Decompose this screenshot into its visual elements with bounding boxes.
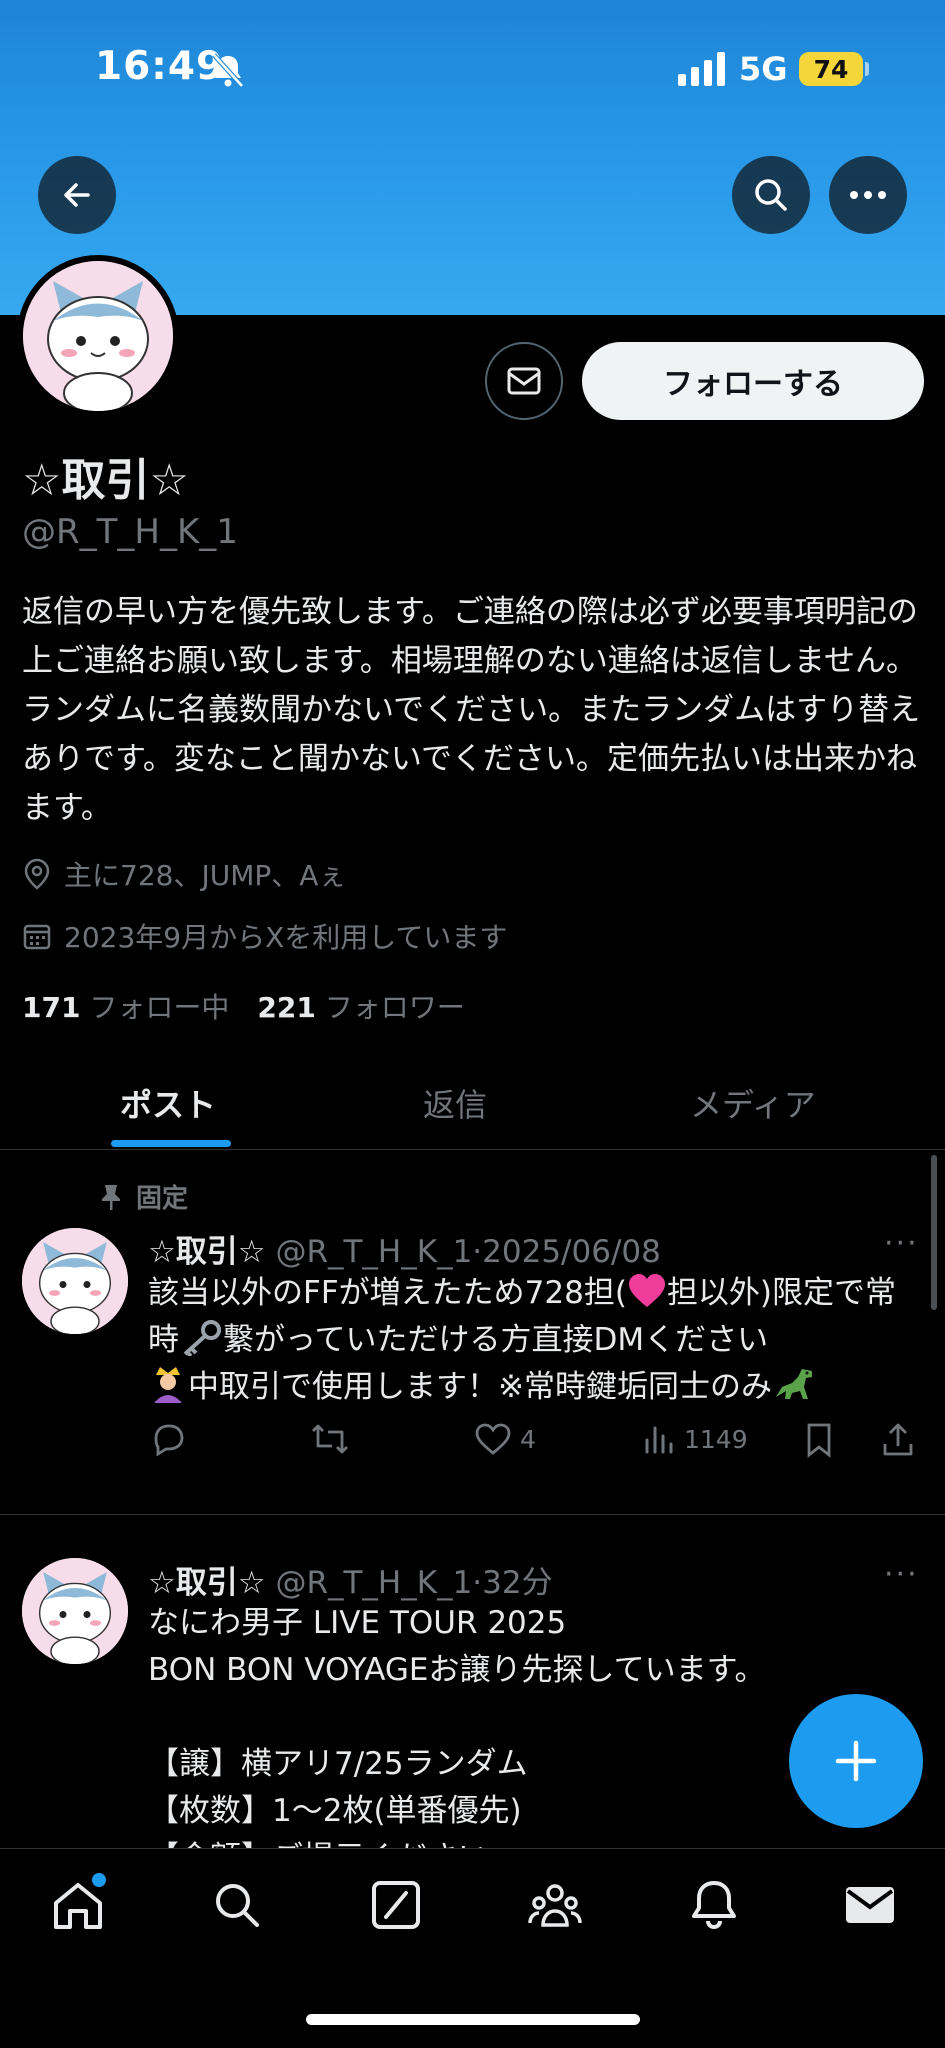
- follow-button[interactable]: フォローする: [582, 342, 924, 420]
- profile-joined: 2023年9月からXを利用しています: [22, 916, 507, 956]
- reply-icon: [154, 1424, 184, 1456]
- follow-counts: 171 フォロー中 221 フォロワー: [22, 986, 465, 1026]
- arrow-left-icon: [64, 183, 90, 207]
- following-count: 171: [22, 991, 81, 1024]
- bookmark-button[interactable]: [804, 1422, 834, 1458]
- search-icon: [755, 179, 787, 211]
- search-button[interactable]: [732, 156, 810, 234]
- notifications-bell-icon[interactable]: [686, 1877, 742, 1933]
- share-icon: [883, 1423, 913, 1456]
- profile-handle: @R_T_H_K_1: [22, 512, 238, 552]
- calendar-icon: [23, 924, 51, 950]
- post-header: ☆取引☆ @R_T_H_K_1·2025/06/08: [148, 1234, 661, 1270]
- post-line: なにわ男子 LIVE TOUR 2025: [148, 1605, 567, 1641]
- tab-indicator: [111, 1140, 231, 1147]
- grok-icon[interactable]: [368, 1877, 424, 1933]
- notification-dot: [92, 1873, 106, 1887]
- repost-icon: [312, 1424, 348, 1454]
- like-button[interactable]: 4: [474, 1422, 536, 1456]
- post-text-part: 中取引で使用します！※常時鍵垢同士のみ: [188, 1369, 772, 1405]
- post-time[interactable]: 2025/06/08: [482, 1234, 661, 1270]
- post-time[interactable]: 32分: [482, 1565, 552, 1601]
- views-button[interactable]: 1149: [642, 1422, 748, 1456]
- bowing-person-emoji-icon: [154, 1367, 182, 1403]
- pinned-text: 固定: [136, 1184, 189, 1214]
- battery-indicator: 74: [799, 52, 863, 86]
- profile-location: 主に728、JUMP、Aぇ: [22, 854, 346, 894]
- share-button[interactable]: [881, 1422, 915, 1458]
- status-time: 16:49: [95, 44, 225, 89]
- status-bar: 16:49 5G 74: [0, 0, 945, 140]
- network-label: 5G: [739, 50, 788, 88]
- tab-posts[interactable]: ポスト: [120, 1080, 216, 1126]
- location-text: 主に728、JUMP、Aぇ: [64, 859, 347, 892]
- more-icon: [850, 191, 886, 199]
- view-count: 1149: [684, 1424, 748, 1454]
- post-author-handle[interactable]: @R_T_H_K_1: [275, 1234, 472, 1270]
- profile-name: ☆取引☆: [22, 455, 189, 506]
- post-more-button[interactable]: ···: [884, 1226, 919, 1261]
- communities-icon[interactable]: [527, 1877, 583, 1933]
- pinned-label: 固定: [100, 1178, 188, 1215]
- followers-label: フォロワー: [324, 991, 465, 1024]
- following-link[interactable]: 171 フォロー中: [22, 986, 229, 1026]
- dinosaur-emoji-icon: [775, 1369, 812, 1399]
- scrollbar[interactable]: [931, 1155, 937, 1310]
- post-actions: 4 1149: [148, 1422, 928, 1472]
- key-emoji-icon: [183, 1320, 221, 1358]
- more-button[interactable]: [829, 156, 907, 234]
- pink-heart-emoji-icon: [628, 1274, 665, 1307]
- post-line: BON BON VOYAGEお譲り先探しています。: [148, 1652, 766, 1688]
- profile-avatar[interactable]: [17, 255, 179, 417]
- views-chart-icon: [645, 1426, 673, 1454]
- envelope-icon: [507, 367, 541, 395]
- signal-icon: [678, 52, 725, 86]
- followers-count: 221: [257, 991, 316, 1024]
- profile-bio: 返信の早い方を優先致します。ご連絡の際は必ず必要事項明記の上ご連絡お願い致します…: [22, 594, 921, 826]
- post-author-handle[interactable]: @R_T_H_K_1: [275, 1565, 472, 1601]
- post-author-name[interactable]: ☆取引☆: [148, 1565, 266, 1601]
- tab-replies[interactable]: 返信: [423, 1080, 487, 1126]
- location-pin-icon: [24, 858, 50, 890]
- post-avatar[interactable]: [22, 1558, 128, 1664]
- post-more-button[interactable]: ···: [884, 1557, 919, 1592]
- silent-bell-icon: [212, 53, 244, 88]
- cat-character-image: [23, 261, 173, 411]
- post-author-name[interactable]: ☆取引☆: [148, 1234, 266, 1270]
- post-text-part: 繋がっていただける方直接DMください: [223, 1322, 769, 1358]
- reply-button[interactable]: [150, 1422, 186, 1456]
- post-header: ☆取引☆ @R_T_H_K_1·32分: [148, 1565, 553, 1601]
- post-text: 該当以外のFFが増えたため728担(担以外)限定で常時 繋がっていただける方直接D…: [148, 1270, 918, 1411]
- search-icon[interactable]: [209, 1877, 265, 1933]
- like-count: 4: [520, 1424, 536, 1454]
- pin-icon: [102, 1184, 120, 1210]
- profile-tabs: ポスト 返信 メディア: [0, 1050, 945, 1150]
- cat-character-image: [22, 1558, 128, 1664]
- tab-media[interactable]: メディア: [690, 1080, 816, 1126]
- compose-button[interactable]: [789, 1694, 923, 1828]
- following-label: フォロー中: [89, 991, 230, 1024]
- post-avatar[interactable]: [22, 1228, 128, 1334]
- battery-tip: [865, 62, 869, 76]
- joined-text: 2023年9月からXを利用しています: [64, 921, 508, 954]
- plus-icon: [835, 1740, 877, 1782]
- post-text-part: 該当以外のFFが増えたため728担(: [148, 1275, 627, 1311]
- home-indicator: [306, 2014, 640, 2025]
- followers-link[interactable]: 221 フォロワー: [257, 986, 464, 1026]
- message-button[interactable]: [485, 342, 563, 420]
- cat-character-image: [22, 1228, 128, 1334]
- heart-icon: [475, 1423, 511, 1455]
- bookmark-icon: [807, 1423, 831, 1458]
- messages-envelope-icon[interactable]: [842, 1877, 898, 1933]
- back-button[interactable]: [38, 156, 116, 234]
- post-divider: [0, 1514, 945, 1515]
- repost-button[interactable]: [310, 1422, 350, 1456]
